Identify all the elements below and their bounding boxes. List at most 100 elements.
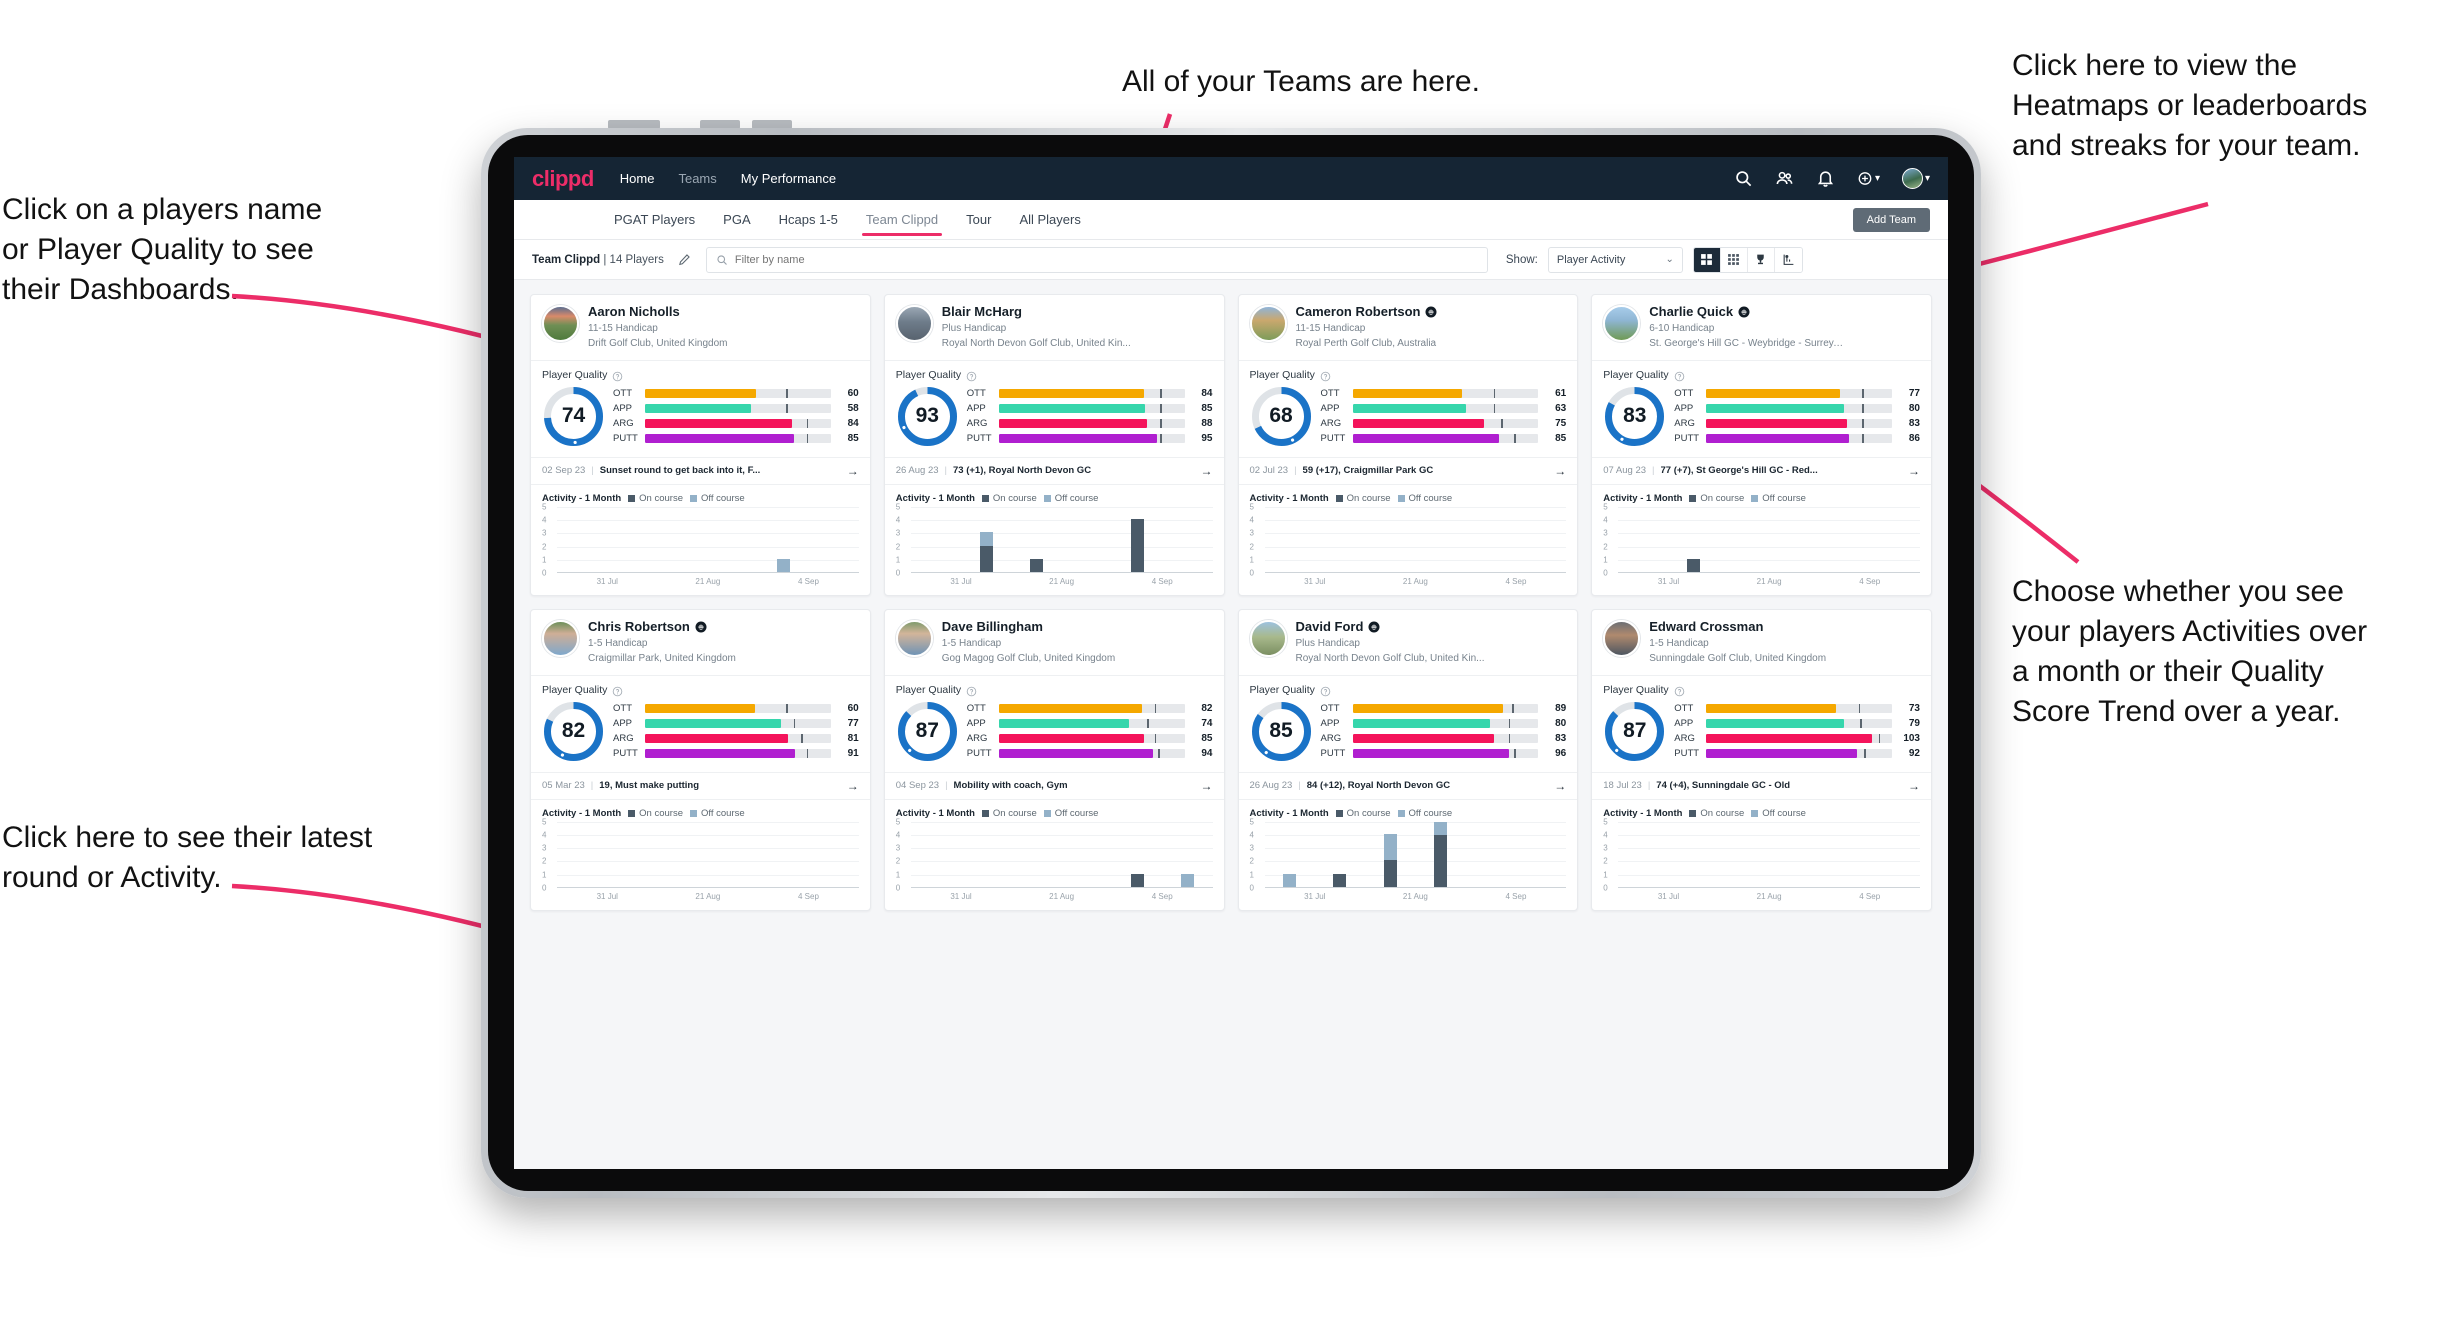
latest-activity-row[interactable]: 26 Aug 23 | 84 (+12), Royal North Devon GC… (1238, 771, 1578, 800)
activity-bar-off-course (776, 558, 790, 572)
edit-team-button[interactable] (674, 249, 696, 271)
tab-pga[interactable]: PGA (723, 200, 750, 239)
nav-my-performance[interactable]: My Performance (741, 171, 836, 186)
player-card[interactable]: Dave Billingham 1-5 Handicap Gog Magog Gol… (883, 608, 1225, 911)
player-card[interactable]: David Ford Plus Handicap Royal North Devon… (1237, 608, 1579, 911)
grid-small-icon[interactable] (1720, 247, 1748, 272)
help-icon[interactable] (612, 369, 623, 382)
player-quality-label[interactable]: Player Quality (1603, 684, 1668, 696)
help-icon[interactable] (966, 684, 977, 697)
latest-activity-row[interactable]: 02 Jul 23 | 59 (+17), Craigmillar Park GC → (1238, 456, 1578, 485)
clippd-logo[interactable]: clippd (532, 166, 594, 192)
activity-bar-off-course (1383, 834, 1397, 861)
player-quality-label[interactable]: Player Quality (1250, 684, 1315, 696)
latest-activity-row[interactable]: 26 Aug 23 | 73 (+1), Royal North Devon GC → (884, 456, 1224, 485)
player-card-header[interactable]: Edward Crossman 1-5 Handicap Sunningdale G… (1592, 610, 1931, 676)
player-name[interactable]: Charlie Quick (1649, 304, 1845, 320)
player-card[interactable]: Blair McHarg Plus Handicap Royal North Dev… (883, 294, 1225, 596)
arrow-right-icon[interactable]: → (1908, 779, 1920, 793)
player-quality-label[interactable]: Player Quality (896, 684, 961, 696)
player-quality-label[interactable]: Player Quality (896, 369, 961, 381)
metric-fill (1352, 389, 1463, 399)
player-quality-label[interactable]: Player Quality (1603, 369, 1668, 381)
arrow-right-icon[interactable]: → (1908, 464, 1920, 478)
tab-pgat-players[interactable]: PGAT Players (614, 200, 695, 239)
arrow-right-icon[interactable]: → (1554, 464, 1566, 478)
latest-activity-row[interactable]: 04 Sep 23 | Mobility with coach, Gym → (884, 771, 1224, 800)
player-card-header[interactable]: Dave Billingham 1-5 Handicap Gog Magog Gol… (884, 610, 1224, 676)
show-select[interactable]: Player Activity ⌄ (1547, 246, 1683, 273)
add-team-button[interactable]: Add Team (1852, 207, 1930, 232)
player-card[interactable]: Edward Crossman 1-5 Handicap Sunningdale G… (1591, 608, 1932, 911)
avatar[interactable] (1901, 168, 1923, 189)
player-card-header[interactable]: David Ford Plus Handicap Royal North Devon… (1238, 610, 1578, 676)
player-quality-ring[interactable]: 74 (542, 385, 605, 448)
help-icon[interactable] (612, 684, 623, 697)
player-card-header[interactable]: Aaron Nicholls 11-15 Handicap Drift Golf C… (531, 295, 870, 361)
player-name[interactable]: Dave Billingham (942, 619, 1115, 635)
tab-tour[interactable]: Tour (966, 200, 991, 239)
help-icon[interactable] (1674, 684, 1685, 697)
player-name[interactable]: Cameron Robertson (1296, 304, 1438, 320)
nav-home[interactable]: Home (620, 171, 655, 186)
player-quality-ring[interactable]: 85 (1250, 700, 1313, 763)
activity-bar-slot (1466, 822, 1516, 887)
player-quality-ring[interactable]: 93 (896, 385, 959, 448)
metric-row: APP 79 (1674, 718, 1920, 729)
player-card-header[interactable]: Chris Robertson 1-5 Handicap Craigmillar P… (531, 610, 870, 676)
player-name[interactable]: Chris Robertson (588, 619, 736, 635)
player-name[interactable]: Blair McHarg (942, 304, 1131, 320)
nav-teams[interactable]: Teams (678, 171, 716, 186)
arrow-right-icon[interactable]: → (1554, 779, 1566, 793)
player-quality-ring[interactable]: 68 (1250, 385, 1313, 448)
help-icon[interactable] (1320, 684, 1331, 697)
bell-icon[interactable] (1816, 169, 1835, 188)
arrow-right-icon[interactable]: → (847, 779, 859, 793)
arrow-right-icon[interactable]: → (1201, 779, 1213, 793)
arrow-right-icon[interactable]: → (1201, 464, 1213, 478)
player-quality-label[interactable]: Player Quality (1250, 369, 1315, 381)
player-quality-ring[interactable]: 87 (1603, 700, 1666, 763)
trophy-icon[interactable] (1747, 247, 1775, 272)
player-quality-ring[interactable]: 83 (1603, 385, 1666, 448)
player-quality-ring[interactable]: 82 (542, 700, 605, 763)
player-card[interactable]: Cameron Robertson 11-15 Handicap Royal Per… (1237, 294, 1579, 596)
player-card-header[interactable]: Charlie Quick 6-10 Handicap St. George's H… (1592, 295, 1931, 361)
help-icon[interactable] (966, 369, 977, 382)
arrow-right-icon[interactable]: → (847, 464, 859, 478)
metric-label: OTT (966, 703, 986, 715)
player-card[interactable]: Aaron Nicholls 11-15 Handicap Drift Golf C… (530, 294, 871, 596)
player-quality-label[interactable]: Player Quality (542, 369, 607, 381)
streaks-icon[interactable] (1774, 247, 1802, 272)
latest-activity-row[interactable]: 18 Jul 23 | 74 (+4), Sunningdale GC - Old → (1592, 771, 1931, 800)
player-card[interactable]: Charlie Quick 6-10 Handicap St. George's H… (1591, 294, 1932, 596)
player-card-header[interactable]: Blair McHarg Plus Handicap Royal North Dev… (884, 295, 1224, 361)
search-input[interactable] (734, 253, 1478, 266)
player-name[interactable]: Aaron Nicholls (588, 304, 728, 320)
user-menu[interactable]: ▾ (1901, 168, 1930, 189)
metric-value: 85 (1555, 433, 1567, 445)
help-icon[interactable] (1320, 369, 1331, 382)
search-field[interactable] (705, 246, 1488, 273)
tab-team-clippd[interactable]: Team Clippd (861, 200, 943, 239)
chevron-down-icon[interactable]: ▾ (1925, 173, 1930, 184)
player-name[interactable]: Edward Crossman (1649, 619, 1826, 635)
player-card-header[interactable]: Cameron Robertson 11-15 Handicap Royal Per… (1238, 295, 1578, 361)
grid-large-icon[interactable] (1693, 247, 1721, 272)
player-name[interactable]: David Ford (1296, 619, 1485, 635)
latest-activity-row[interactable]: 02 Sep 23 | Sunset round to get back into … (531, 456, 870, 485)
help-icon[interactable] (1674, 369, 1685, 382)
latest-activity-row[interactable]: 07 Aug 23 | 77 (+7), St George's Hill GC -… (1592, 456, 1931, 485)
player-card[interactable]: Chris Robertson 1-5 Handicap Craigmillar P… (530, 608, 871, 911)
activity-title: Activity - 1 Month (1249, 807, 1329, 819)
player-quality-label[interactable]: Player Quality (542, 684, 607, 696)
latest-activity-row[interactable]: 05 Mar 23 | 19, Must make putting → (531, 771, 870, 800)
player-info: Cameron Robertson 11-15 Handicap Royal Per… (1296, 304, 1438, 350)
player-quality-ring[interactable]: 87 (896, 700, 959, 763)
tab-all-players[interactable]: All Players (1019, 200, 1080, 239)
chevron-down-icon[interactable]: ▾ (1875, 173, 1880, 184)
tab-hcaps-1-5[interactable]: Hcaps 1-5 (779, 200, 838, 239)
people-icon[interactable] (1775, 169, 1794, 188)
plus-circle-icon[interactable]: ▾ (1857, 169, 1880, 188)
search-icon[interactable] (1734, 169, 1753, 188)
